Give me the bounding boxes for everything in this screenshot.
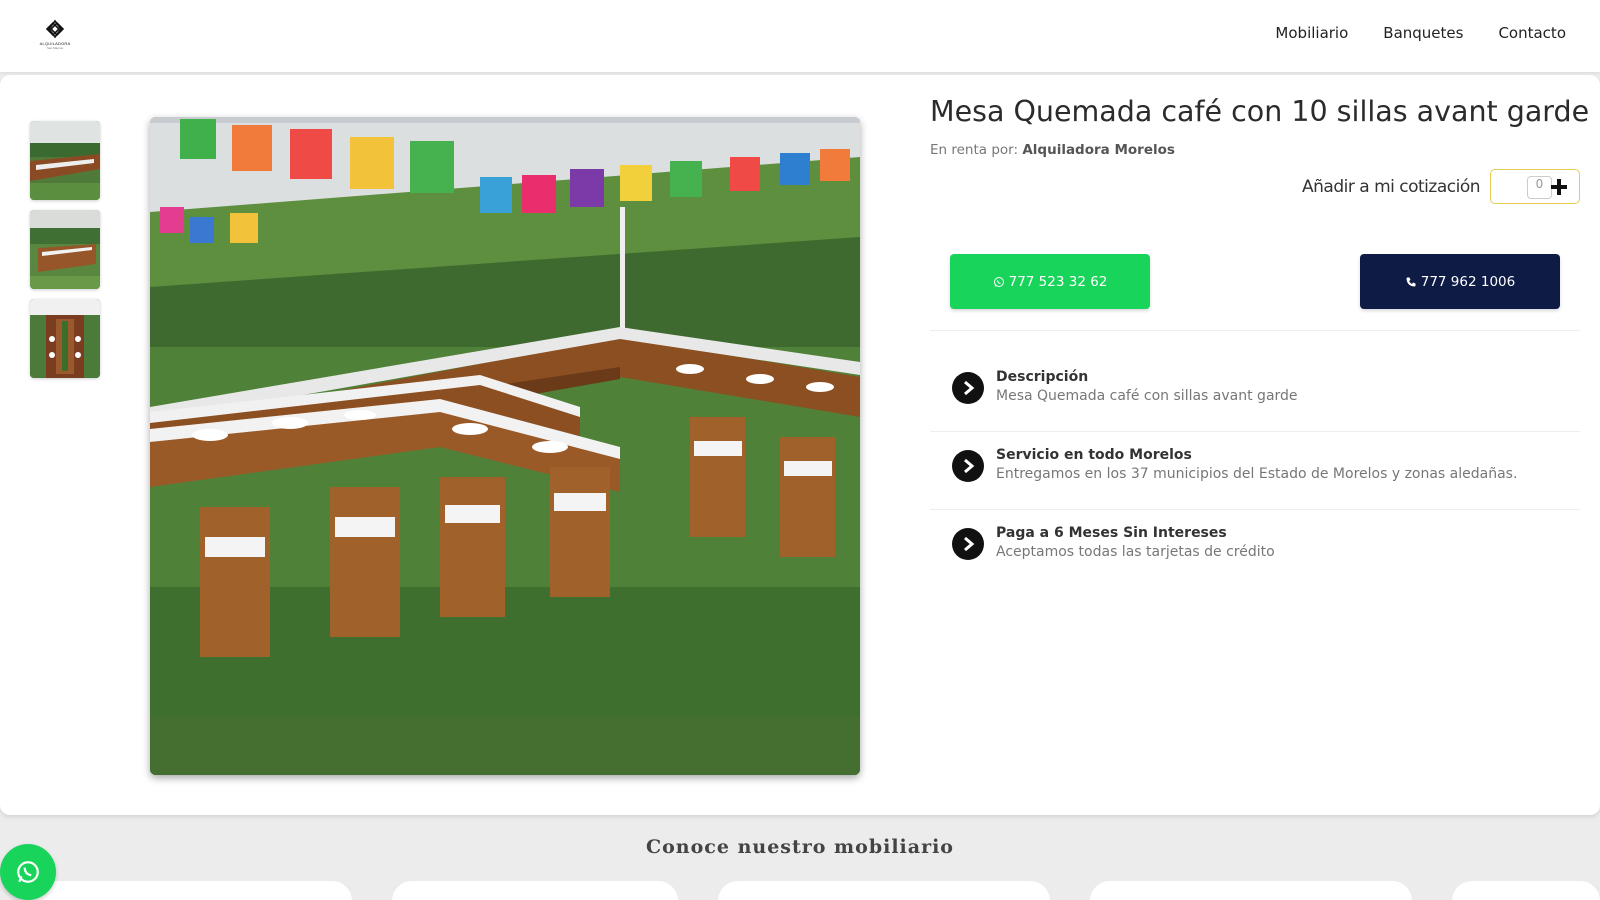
feature-title: Servicio en todo Morelos bbox=[996, 447, 1192, 463]
whatsapp-icon bbox=[993, 276, 1004, 287]
furniture-card[interactable] bbox=[1090, 881, 1412, 900]
feature-text: Entregamos en los 37 municipios del Esta… bbox=[996, 466, 1518, 482]
nav-link-contacto[interactable]: Contacto bbox=[1498, 24, 1566, 42]
furniture-card[interactable] bbox=[1452, 881, 1600, 900]
add-to-quote: Añadir a mi cotización 0 bbox=[1302, 169, 1580, 204]
whatsapp-icon bbox=[17, 861, 39, 883]
feature-title: Paga a 6 Meses Sin Intereses bbox=[996, 525, 1227, 541]
feature-text: Aceptamos todas las tarjetas de crédito bbox=[996, 544, 1275, 560]
vendor-name[interactable]: Alquiladora Morelos bbox=[1022, 142, 1175, 158]
product-info: Mesa Quemada café con 10 sillas avant ga… bbox=[930, 95, 1590, 560]
furniture-card[interactable] bbox=[20, 881, 352, 900]
floating-whatsapp-button[interactable] bbox=[0, 844, 56, 900]
thumbnail-2[interactable] bbox=[30, 210, 100, 289]
plus-icon[interactable] bbox=[1551, 176, 1567, 198]
product-title: Mesa Quemada café con 10 sillas avant ga… bbox=[930, 95, 1590, 128]
divider bbox=[930, 509, 1580, 510]
chevron-right-icon bbox=[952, 372, 984, 404]
product-panel: Mesa Quemada café con 10 sillas avant ga… bbox=[0, 75, 1600, 815]
feature-text: Mesa Quemada café con sillas avant garde bbox=[996, 388, 1298, 404]
phone-button[interactable]: 777 962 1006 bbox=[1360, 254, 1560, 309]
whatsapp-number: 777 523 32 62 bbox=[1008, 273, 1108, 290]
feature-descripcion: Descripción Mesa Quemada café con sillas… bbox=[952, 369, 1298, 404]
divider bbox=[930, 431, 1580, 432]
nav-link-banquetes[interactable]: Banquetes bbox=[1383, 24, 1463, 42]
add-to-quote-label: Añadir a mi cotización bbox=[1302, 176, 1480, 197]
section-title: Conoce nuestro mobiliario bbox=[646, 836, 954, 858]
logo-subtext: San Marcos bbox=[46, 46, 63, 50]
feature-pago: Paga a 6 Meses Sin Intereses Aceptamos t… bbox=[952, 525, 1275, 560]
furniture-card[interactable] bbox=[392, 881, 678, 900]
feature-title: Descripción bbox=[996, 369, 1089, 385]
furniture-card[interactable] bbox=[718, 881, 1050, 900]
whatsapp-button[interactable]: 777 523 32 62 bbox=[950, 254, 1150, 309]
thumbnail-1[interactable] bbox=[30, 121, 100, 200]
logo-diamond-icon bbox=[45, 19, 65, 39]
feature-servicio: Servicio en todo Morelos Entregamos en l… bbox=[952, 447, 1517, 482]
chevron-right-icon bbox=[952, 528, 984, 560]
thumbnail-gallery bbox=[30, 121, 100, 378]
top-navbar: ALQUILADORA San Marcos Mobiliario Banque… bbox=[0, 0, 1600, 72]
phone-icon bbox=[1406, 277, 1416, 286]
main-product-image[interactable] bbox=[150, 117, 860, 775]
nav-link-mobiliario[interactable]: Mobiliario bbox=[1275, 24, 1348, 42]
chevron-right-icon bbox=[952, 450, 984, 482]
quantity-stepper: 0 bbox=[1490, 169, 1580, 204]
byline-prefix: En renta por: bbox=[930, 142, 1023, 158]
brand-logo[interactable]: ALQUILADORA San Marcos bbox=[38, 18, 72, 54]
vendor-byline: En renta por: Alquiladora Morelos bbox=[930, 142, 1580, 158]
phone-number: 777 962 1006 bbox=[1420, 273, 1516, 290]
thumbnail-3[interactable] bbox=[30, 299, 100, 378]
main-nav: Mobiliario Banquetes Contacto bbox=[1275, 24, 1566, 42]
quantity-input[interactable]: 0 bbox=[1527, 176, 1552, 199]
divider bbox=[930, 330, 1580, 331]
